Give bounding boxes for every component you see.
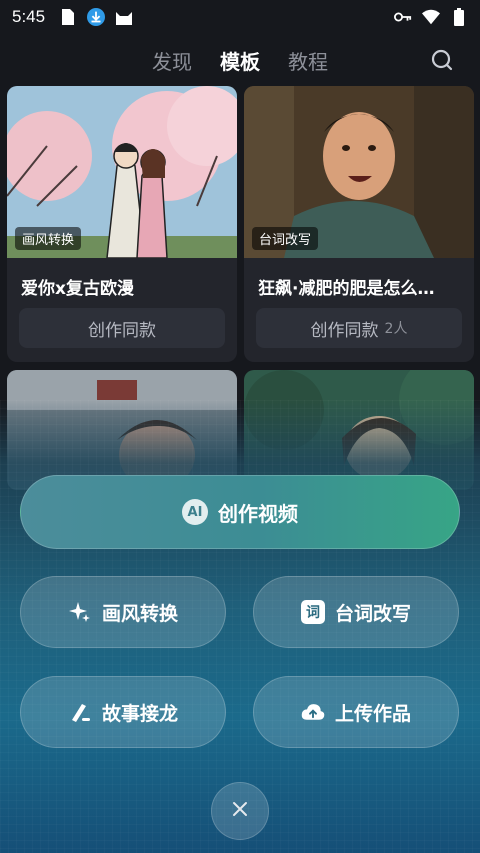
sparkle-icon [68,600,92,624]
cloud-upload-icon [301,700,325,724]
card-title: 爱你x复古欧漫 [21,279,134,299]
create-same-label: 创作同款 [88,320,156,341]
story-continue-button[interactable]: 故事接龙 [20,676,226,748]
create-video-button[interactable]: AI 创作视频 [20,475,460,549]
line-rewrite-label: 台词改写 [334,602,411,625]
pen-icon [68,700,92,724]
word-icon: 词 [300,600,325,624]
tab-tutorials[interactable]: 教程 [288,46,328,75]
ai-icon: AI [182,499,208,525]
create-same-button[interactable]: 创作同款 2人 [256,308,462,348]
key-icon [394,8,412,26]
template-thumbnail: 台词改写 [244,86,474,258]
upload-work-button[interactable]: 上传作品 [253,676,459,748]
usage-count: 2人 [384,321,408,337]
close-button[interactable] [211,782,269,840]
style-badge: 画风转换 [15,227,82,250]
top-nav: 发现 模板 教程 [0,40,480,80]
create-video-label: 创作视频 [218,501,298,526]
story-continue-label: 故事接龙 [101,702,178,725]
card-title: 狂飙·减肥的肥是怎么… [258,279,435,299]
battery-icon [450,8,468,26]
status-bar: 5:45 [0,0,480,34]
tab-discover[interactable]: 发现 [152,46,192,75]
create-same-label: 创作同款 [310,320,379,341]
create-same-button[interactable]: 创作同款 [19,308,225,348]
tab-templates[interactable]: 模板 [220,46,260,75]
search-icon[interactable] [430,48,454,72]
sim-card-icon [59,8,77,26]
style-transfer-label: 画风转换 [101,602,178,625]
template-thumbnail: 画风转换 [7,86,237,258]
template-card[interactable]: 画风转换 爱你x复古欧漫 创作同款 [7,86,237,362]
status-time: 5:45 [12,7,46,26]
wifi-icon [422,8,440,26]
template-card[interactable]: 台词改写 狂飙·减肥的肥是怎么… 创作同款 2人 [244,86,474,362]
close-icon [232,801,248,821]
style-transfer-button[interactable]: 画风转换 [20,576,226,648]
download-icon [87,8,106,26]
line-rewrite-button[interactable]: 词 台词改写 [253,576,459,648]
style-badge: 台词改写 [252,227,319,250]
upload-work-label: 上传作品 [334,702,411,725]
cat-app-icon [115,8,133,26]
